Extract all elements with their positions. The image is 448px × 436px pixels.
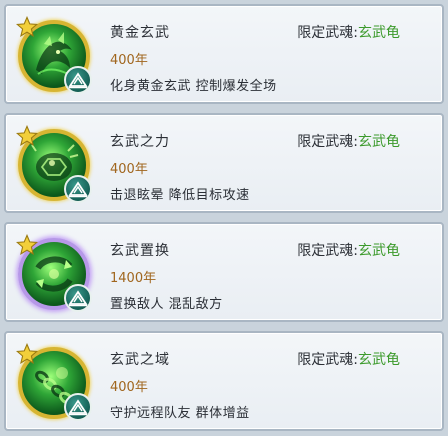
- skill-years: 1400年: [110, 271, 157, 286]
- martial-soul-value: 玄武龟: [358, 352, 400, 368]
- martial-soul-requirement: 限定武魂:玄武龟: [297, 349, 400, 369]
- turtle-emblem-icon: [64, 393, 92, 421]
- skill-name: 玄武之力: [110, 134, 170, 150]
- star-icon: [16, 16, 38, 37]
- skill-years: 400年: [110, 53, 148, 68]
- skill-card[interactable]: 玄武置换 1400年 置换敌人 混乱敌方 限定武魂:玄武龟: [4, 222, 444, 322]
- skill-name: 玄武之域: [110, 352, 170, 368]
- martial-soul-value: 玄武龟: [358, 25, 400, 41]
- skill-icon[interactable]: [16, 125, 96, 207]
- skill-description: 守护远程队友 群体增益: [110, 406, 250, 421]
- martial-soul-label: 限定武魂:: [297, 134, 358, 150]
- turtle-emblem-icon: [64, 66, 92, 94]
- skill-years: 400年: [110, 380, 148, 395]
- skill-icon[interactable]: [16, 343, 96, 425]
- skill-icon[interactable]: [16, 16, 96, 98]
- martial-soul-value: 玄武龟: [358, 243, 400, 259]
- martial-soul-requirement: 限定武魂:玄武龟: [297, 240, 400, 260]
- martial-soul-label: 限定武魂:: [297, 352, 358, 368]
- martial-soul-label: 限定武魂:: [297, 243, 358, 259]
- martial-soul-label: 限定武魂:: [297, 25, 358, 41]
- skill-description: 置换敌人 混乱敌方: [110, 297, 223, 312]
- skill-card[interactable]: 玄武之力 400年 击退眩晕 降低目标攻速 限定武魂:玄武龟: [4, 113, 444, 213]
- star-icon: [16, 343, 38, 364]
- turtle-emblem-icon: [64, 175, 92, 203]
- martial-soul-value: 玄武龟: [358, 134, 400, 150]
- martial-soul-requirement: 限定武魂:玄武龟: [297, 22, 400, 42]
- skill-card[interactable]: 黄金玄武 400年 化身黄金玄武 控制爆发全场 限定武魂:玄武龟: [4, 4, 444, 104]
- star-icon: [16, 125, 38, 146]
- skill-description: 击退眩晕 降低目标攻速: [110, 188, 250, 203]
- turtle-emblem-icon: [64, 284, 92, 312]
- martial-soul-requirement: 限定武魂:玄武龟: [297, 131, 400, 151]
- skill-years: 400年: [110, 162, 148, 177]
- skill-list: 黄金玄武 400年 化身黄金玄武 控制爆发全场 限定武魂:玄武龟 玄武之力 40…: [0, 0, 448, 436]
- star-icon: [16, 234, 38, 255]
- skill-description: 化身黄金玄武 控制爆发全场: [110, 79, 277, 94]
- skill-card[interactable]: 玄武之域 400年 守护远程队友 群体增益 限定武魂:玄武龟: [4, 331, 444, 431]
- skill-name: 玄武置换: [110, 243, 170, 259]
- skill-icon[interactable]: [16, 234, 96, 316]
- skill-name: 黄金玄武: [110, 25, 170, 41]
